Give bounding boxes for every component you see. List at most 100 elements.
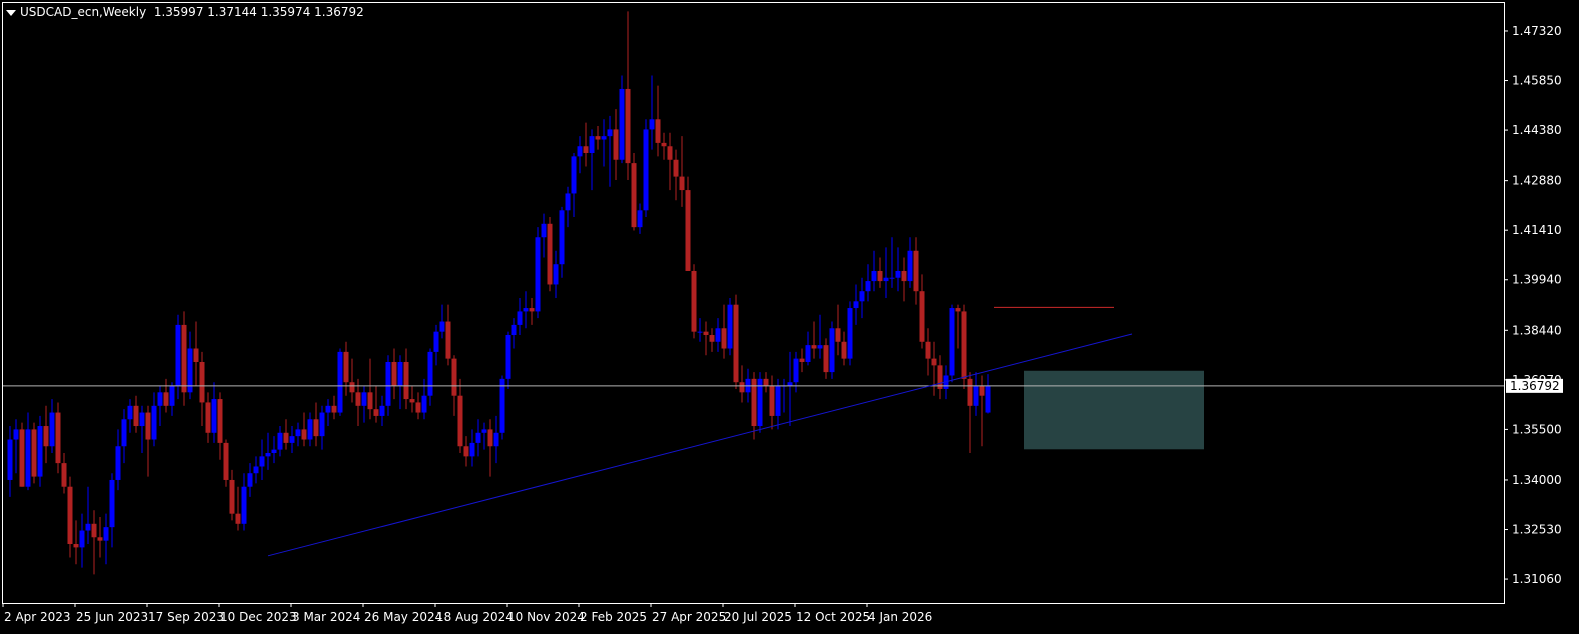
candle	[589, 129, 595, 191]
candle-body	[775, 385, 781, 416]
time-tick-label: 25 Jun 2023	[76, 610, 148, 624]
candle-body	[655, 119, 661, 143]
candle-body	[523, 308, 529, 312]
candle	[73, 520, 79, 565]
candle	[781, 378, 787, 413]
candle-body	[715, 328, 721, 342]
candle	[151, 392, 157, 447]
candle	[157, 385, 163, 427]
candle-body	[37, 426, 43, 477]
candle-body	[499, 378, 505, 433]
candle	[739, 365, 745, 403]
candle-body	[397, 361, 403, 386]
candle-body	[259, 456, 265, 467]
price-tick-label: 1.45850	[1512, 74, 1562, 88]
candle	[43, 405, 49, 464]
candle-body	[133, 405, 139, 427]
candle-body	[349, 382, 355, 393]
candle-body	[517, 311, 523, 325]
candle-body	[865, 281, 871, 292]
candle	[139, 405, 145, 453]
candle	[457, 378, 463, 453]
candle-body	[949, 308, 955, 376]
candle-body	[367, 392, 373, 410]
candle	[49, 399, 55, 453]
candle	[655, 85, 661, 157]
candle-body	[793, 358, 799, 383]
candle	[571, 153, 577, 218]
candle-body	[709, 335, 715, 342]
candle-body	[481, 429, 487, 433]
candle	[625, 11, 631, 180]
candle	[733, 294, 739, 389]
candle-body	[301, 429, 307, 440]
candle	[985, 374, 991, 414]
candle	[433, 324, 439, 366]
candle	[661, 132, 667, 160]
candle-body	[925, 341, 931, 359]
candle-body	[535, 237, 541, 312]
candle-body	[901, 270, 907, 282]
candle-body	[199, 361, 205, 403]
candle	[805, 331, 811, 366]
candle-body	[355, 392, 361, 406]
candle-body	[955, 308, 961, 312]
candle-body	[31, 429, 37, 477]
candle-body	[853, 301, 859, 309]
candle-body	[289, 436, 295, 443]
candle-body	[559, 210, 565, 265]
candle	[685, 176, 691, 271]
candle	[61, 453, 67, 494]
candle	[187, 331, 193, 400]
candle-body	[895, 270, 901, 278]
candle-body	[409, 399, 415, 403]
price-tick-label: 1.35500	[1512, 422, 1562, 436]
candle	[511, 318, 517, 349]
candle	[643, 119, 649, 218]
candle-body	[649, 119, 655, 130]
candle	[7, 426, 13, 497]
candle	[319, 405, 325, 450]
candle-body	[595, 136, 601, 140]
price-tick-label: 1.31060	[1512, 572, 1562, 586]
candle-body	[613, 129, 619, 160]
candle	[145, 405, 151, 477]
price-chart[interactable]: 1.47320 1.45850 1.44380 1.42880 1.41410 1.399…	[0, 0, 1579, 634]
candle	[517, 297, 523, 336]
candle-body	[115, 446, 121, 480]
candle-body	[25, 429, 31, 487]
candle	[907, 237, 913, 288]
candle-body	[457, 395, 463, 447]
candle-body	[799, 358, 805, 362]
candle-body	[139, 412, 145, 427]
candle	[217, 392, 223, 460]
candle	[955, 304, 961, 349]
candle	[169, 382, 175, 416]
candle	[241, 473, 247, 531]
candle	[799, 348, 805, 373]
candle	[55, 402, 61, 474]
candles-layer	[7, 11, 991, 575]
candle-body	[463, 446, 469, 457]
candle-body	[307, 419, 313, 440]
candle	[109, 473, 115, 548]
price-tick-label: 1.34000	[1512, 473, 1562, 487]
candle-body	[739, 382, 745, 393]
candle-body	[727, 304, 733, 349]
candle	[349, 358, 355, 403]
candle-body	[829, 328, 835, 373]
candle-body	[127, 405, 133, 420]
candle	[817, 314, 823, 359]
candle	[235, 486, 241, 531]
candle-body	[145, 412, 151, 440]
candle	[877, 257, 883, 288]
candle-body	[61, 463, 67, 487]
candle-body	[583, 146, 589, 153]
candle	[367, 358, 373, 420]
time-tick-label: 17 Sep 2023	[148, 610, 224, 624]
candle-body	[73, 544, 79, 548]
candle	[271, 436, 277, 464]
candle-body	[607, 129, 613, 137]
candle-body	[871, 270, 877, 282]
candle	[775, 378, 781, 430]
